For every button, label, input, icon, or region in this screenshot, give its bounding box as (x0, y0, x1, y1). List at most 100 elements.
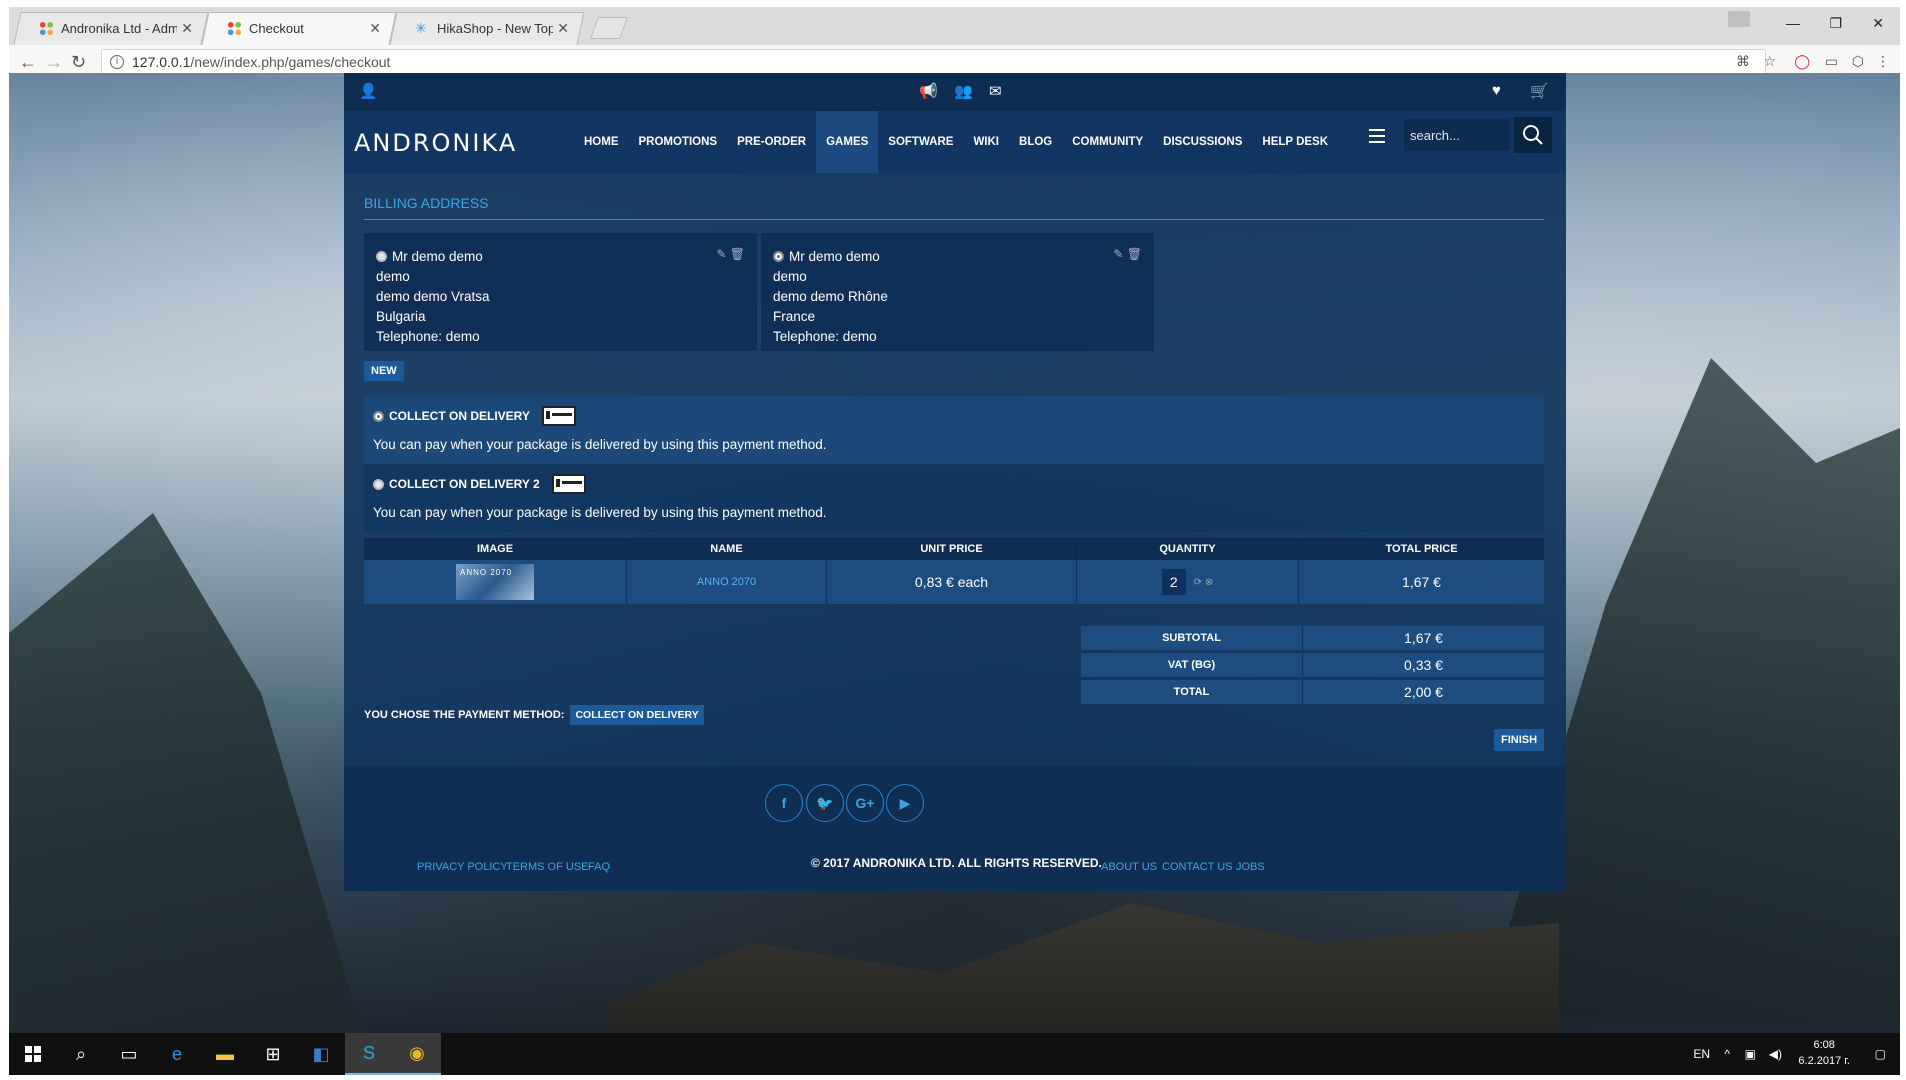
extension-icon[interactable]: ⬡ (1852, 53, 1864, 70)
clock[interactable]: 6:08 6.2.2017 г. (1798, 1037, 1850, 1069)
pencil-icon[interactable]: ✎ (716, 247, 726, 261)
copyright: © 2017 ANDRONIKA LTD. ALL RIGHTS RESERVE… (811, 856, 1102, 870)
quantity-cell: 2 ⟳ ⊗ (1077, 560, 1299, 604)
chevron-up-icon[interactable]: ^ (1724, 1033, 1730, 1075)
nav-games[interactable]: GAMES (816, 111, 879, 173)
nav-help-desk[interactable]: HELP DESK (1252, 111, 1338, 173)
address-card[interactable]: Mr demo demo demo demo demo Vratsa Bulga… (364, 233, 757, 351)
new-tab-button[interactable] (589, 17, 629, 39)
edge-icon[interactable]: e (153, 1033, 201, 1075)
cast-icon[interactable]: ▭ (1825, 53, 1838, 70)
close-icon[interactable]: ✕ (557, 20, 569, 37)
footer-link-terms[interactable]: TERMS OF USE (506, 861, 589, 873)
footer-link-privacy[interactable]: PRIVACY POLICY (417, 861, 508, 873)
info-icon[interactable]: i (110, 55, 124, 69)
search-button[interactable] (1514, 117, 1552, 153)
url-field[interactable]: i 127.0.0.1/new/index.php/games/checkout (101, 49, 1766, 75)
nav-wiki[interactable]: WIKI (963, 111, 1009, 173)
totals-value: 0,33 € (1404, 657, 1443, 673)
tab-admin[interactable]: Andronika Ltd - Adminis ✕ (17, 12, 205, 45)
search-input[interactable] (1404, 119, 1510, 151)
mail-icon[interactable]: ✉ (989, 82, 1002, 100)
close-window-icon[interactable]: ✕ (1872, 15, 1884, 32)
tab-hikashop[interactable]: ✳ HikaShop - New Topic - ✕ (393, 12, 581, 45)
payment-desc: You can pay when your package is deliver… (373, 437, 827, 452)
top-strip: 👤 📢 👥 ✉ ♥ 🛒 (344, 73, 1566, 111)
trash-icon[interactable]: 🗑 (730, 247, 745, 261)
payment-radio[interactable] (373, 410, 384, 422)
cart-table: IMAGE NAME UNIT PRICE QUANTITY TOTAL PRI… (364, 538, 1544, 604)
product-thumbnail[interactable]: ANNO 2070 (456, 564, 534, 600)
megaphone-icon[interactable]: 📢 (919, 82, 938, 100)
chosen-payment: YOU CHOSE THE PAYMENT METHOD: COLLECT ON… (364, 705, 704, 725)
chrome-icon[interactable]: ◉ (393, 1033, 441, 1075)
reload-icon[interactable]: ↻ (71, 52, 86, 73)
payment-card-icon (551, 474, 586, 494)
nav-community[interactable]: COMMUNITY (1062, 111, 1153, 173)
forward-icon[interactable]: → (45, 52, 63, 73)
footer-link-jobs[interactable]: JOBS (1236, 861, 1265, 873)
back-icon[interactable]: ← (19, 52, 37, 73)
payment-method[interactable]: COLLECT ON DELIVERY You can pay when you… (364, 396, 1544, 464)
address-card[interactable]: Mr demo demo demo demo demo Rhône France… (761, 233, 1154, 351)
close-icon[interactable]: ✕ (181, 20, 193, 37)
column-header: NAME (627, 538, 827, 560)
google-plus-icon[interactable]: G+ (846, 784, 884, 822)
menu-dots-icon[interactable]: ⋮ (1876, 53, 1890, 70)
footer-link-about[interactable]: ABOUT US (1101, 861, 1157, 873)
translate-icon[interactable]: ⌘ (1736, 53, 1750, 70)
opera-icon[interactable]: ◯ (1794, 53, 1810, 70)
hamburger-menu-icon[interactable] (1369, 129, 1385, 143)
user-plus-icon[interactable]: 👥 (954, 82, 973, 100)
nav-home[interactable]: HOME (574, 111, 629, 173)
trash-icon[interactable]: 🗑 (1127, 247, 1142, 261)
heart-icon[interactable]: ♥ (1492, 82, 1501, 99)
tab-label: Andronika Ltd - Adminis (61, 21, 178, 36)
task-view-icon[interactable]: ▭ (105, 1033, 153, 1075)
volume-icon[interactable]: ◀) (1769, 1033, 1782, 1075)
payment-name: COLLECT ON DELIVERY 2 (389, 477, 540, 491)
minimize-icon[interactable]: — (1786, 15, 1800, 31)
user-icon[interactable]: 👤 (359, 82, 378, 100)
nav-discussions[interactable]: DISCUSSIONS (1153, 111, 1252, 173)
payment-name: COLLECT ON DELIVERY (389, 409, 530, 423)
footer-link-contact[interactable]: CONTACT US (1162, 861, 1233, 873)
tab-checkout[interactable]: Checkout ✕ (205, 12, 393, 45)
network-icon[interactable]: ▣ (1745, 1033, 1756, 1075)
product-name-link[interactable]: ANNO 2070 (627, 560, 827, 604)
file-explorer-icon[interactable]: ▬ (201, 1033, 249, 1075)
profile-icon[interactable] (1728, 11, 1750, 27)
address-radio[interactable] (773, 251, 784, 262)
quantity-input[interactable]: 2 (1161, 569, 1186, 595)
address-radio[interactable] (376, 251, 387, 262)
totals-label: TOTAL (1081, 680, 1303, 704)
refresh-remove-icons[interactable]: ⟳ ⊗ (1194, 577, 1214, 588)
pencil-icon[interactable]: ✎ (1113, 247, 1123, 261)
restore-icon[interactable]: ❐ (1829, 15, 1842, 32)
finish-button[interactable]: FINISH (1494, 729, 1544, 751)
nav-pre-order[interactable]: PRE-ORDER (727, 111, 816, 173)
star-icon[interactable]: ☆ (1763, 53, 1776, 70)
payment-radio[interactable] (373, 478, 384, 490)
unit-price: 0,83 € each (827, 560, 1077, 604)
close-icon[interactable]: ✕ (369, 20, 381, 37)
youtube-icon[interactable]: ▶ (886, 784, 924, 822)
nav-blog[interactable]: BLOG (1009, 111, 1062, 173)
store-icon[interactable]: ⊞ (249, 1033, 297, 1075)
windows-start-icon[interactable] (9, 1033, 57, 1075)
site-logo[interactable]: ANDRONIKA (354, 129, 517, 157)
nav-software[interactable]: SOFTWARE (878, 111, 963, 173)
search-icon[interactable]: ⌕ (57, 1033, 105, 1075)
nav-promotions[interactable]: PROMOTIONS (629, 111, 728, 173)
facebook-icon[interactable]: f (765, 784, 803, 822)
cart-icon[interactable]: 🛒 (1530, 82, 1549, 100)
footer-link-faq[interactable]: FAQ (588, 861, 610, 873)
twitter-icon[interactable]: 🐦 (806, 784, 844, 822)
main-nav: HOME PROMOTIONS PRE-ORDER GAMES SOFTWARE… (574, 111, 1338, 173)
app-icon[interactable]: ◧ (297, 1033, 345, 1075)
notifications-icon[interactable]: ▢ (1875, 1033, 1886, 1075)
payment-method[interactable]: COLLECT ON DELIVERY 2 You can pay when y… (364, 464, 1544, 532)
language-indicator[interactable]: EN (1693, 1033, 1710, 1075)
skype-icon[interactable]: S (345, 1033, 393, 1075)
new-address-button[interactable]: NEW (364, 361, 404, 381)
